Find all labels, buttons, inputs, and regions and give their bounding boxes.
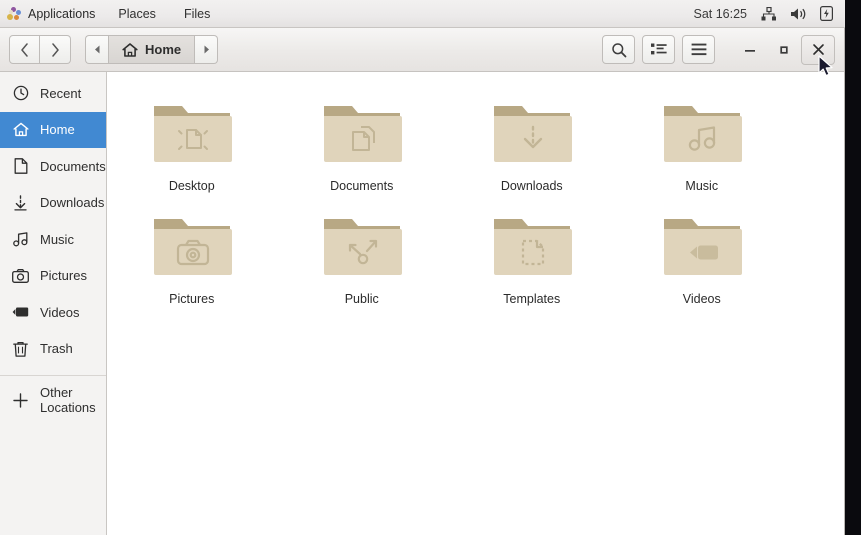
folder-label: Videos	[682, 292, 721, 306]
hamburger-menu-icon	[691, 43, 706, 56]
window-headerbar: Home	[0, 28, 844, 72]
folder-icon	[146, 94, 238, 172]
maximize-icon	[780, 45, 788, 54]
network-icon[interactable]	[761, 6, 777, 21]
sidebar-item-pictures[interactable]: Pictures	[0, 258, 106, 295]
search-button[interactable]	[602, 35, 635, 64]
file-grid-view[interactable]: Desktop Documents Downloads Music Pictur…	[106, 72, 844, 535]
folder-item-videos[interactable]: Videos	[617, 201, 787, 314]
list-view-icon	[650, 43, 667, 55]
topbar-clock[interactable]: Sat 16:25	[693, 7, 761, 21]
folder-item-documents[interactable]: Documents	[277, 88, 447, 201]
battery-icon[interactable]	[820, 6, 833, 21]
volume-icon[interactable]	[790, 7, 807, 21]
folder-item-downloads[interactable]: Downloads	[447, 88, 617, 201]
minimize-icon	[745, 49, 755, 52]
sidebar-item-recent[interactable]: Recent	[0, 75, 106, 112]
files-window: Home Recent Home Documents Downloads Mus…	[0, 28, 845, 535]
file-grid: Desktop Documents Downloads Music Pictur…	[107, 88, 844, 314]
topbar-menu-files[interactable]: Files	[170, 0, 224, 28]
sidebar-item-videos[interactable]: Videos	[0, 294, 106, 331]
breadcrumb-item-home[interactable]: Home	[108, 35, 196, 64]
gnome-top-panel: Applications Places Files Sat 16:25	[0, 0, 845, 28]
sidebar-item-label: Recent	[40, 85, 82, 101]
folder-item-desktop[interactable]: Desktop	[107, 88, 277, 201]
folder-label: Desktop	[168, 179, 215, 193]
sidebar-item-label: Pictures	[40, 268, 87, 284]
folder-icon	[316, 94, 408, 172]
chevron-left-icon	[21, 42, 28, 57]
folder-icon	[486, 207, 578, 285]
camera-icon	[12, 267, 29, 284]
main-menu-button[interactable]	[682, 35, 715, 64]
gnome-paw-icon	[7, 6, 22, 21]
folder-icon	[146, 207, 238, 285]
folder-item-pictures[interactable]: Pictures	[107, 201, 277, 314]
headerbar-actions	[595, 34, 835, 65]
folder-label: Downloads	[500, 179, 563, 193]
sidebar-item-label: Other Locations	[40, 385, 96, 416]
folder-label: Public	[344, 292, 379, 306]
sidebar-item-label: Music	[40, 231, 74, 247]
activities-button[interactable]: Applications	[0, 0, 104, 28]
folder-item-templates[interactable]: Templates	[447, 201, 617, 314]
maximize-button[interactable]	[767, 35, 801, 65]
folder-label: Music	[685, 179, 719, 193]
sidebar-item-label: Documents	[40, 158, 106, 174]
breadcrumb-scroll-left-button[interactable]	[85, 35, 108, 64]
mouse-cursor	[818, 55, 835, 83]
folder-item-public[interactable]: Public	[277, 201, 447, 314]
plus-icon	[12, 392, 29, 409]
sidebar-item-label: Downloads	[40, 195, 105, 211]
window-body: Recent Home Documents Downloads Music Pi…	[0, 72, 844, 535]
sidebar-item-home[interactable]: Home	[0, 111, 106, 148]
folder-item-music[interactable]: Music	[617, 88, 787, 201]
trash-icon	[12, 340, 29, 357]
forward-button[interactable]	[40, 35, 71, 64]
folder-label: Pictures	[169, 292, 215, 306]
folder-icon	[486, 94, 578, 172]
clock-icon	[12, 85, 29, 102]
sidebar-item-documents[interactable]: Documents	[0, 148, 106, 185]
folder-icon	[316, 207, 408, 285]
topbar-status-area[interactable]	[761, 6, 845, 21]
sidebar-item-music[interactable]: Music	[0, 221, 106, 258]
film-icon	[12, 304, 29, 321]
navigation-buttons	[9, 35, 71, 64]
sidebar-divider	[0, 375, 106, 376]
folder-icon	[656, 94, 748, 172]
home-icon	[12, 121, 29, 138]
topbar-menu-places[interactable]: Places	[104, 0, 170, 28]
places-sidebar: Recent Home Documents Downloads Music Pi…	[0, 72, 107, 535]
download-icon	[12, 194, 29, 211]
folder-icon	[656, 207, 748, 285]
sidebar-item-label: Trash	[40, 341, 73, 357]
sidebar-item-downloads[interactable]: Downloads	[0, 185, 106, 222]
view-toggle-button[interactable]	[642, 35, 675, 64]
topbar-menu-label-applications: Applications	[28, 6, 96, 21]
search-icon	[611, 42, 626, 57]
triangle-right-icon	[204, 45, 209, 54]
breadcrumb-scroll-right-button[interactable]	[195, 35, 219, 64]
folder-label: Templates	[503, 292, 561, 306]
document-icon	[12, 158, 29, 175]
sidebar-item-trash[interactable]: Trash	[0, 331, 106, 368]
triangle-left-icon	[94, 45, 99, 54]
sidebar-item-other-locations[interactable]: Other Locations	[0, 382, 106, 419]
sidebar-item-label: Home	[40, 122, 75, 138]
sidebar-item-label: Videos	[40, 304, 80, 320]
breadcrumb-label: Home	[145, 42, 182, 57]
folder-label: Documents	[330, 179, 394, 193]
breadcrumb: Home	[85, 35, 219, 64]
chevron-right-icon	[51, 42, 59, 57]
desktop-screen: Applications Places Files Sat 16:25 Home…	[0, 0, 861, 535]
minimize-button[interactable]	[733, 35, 767, 65]
back-button[interactable]	[9, 35, 40, 64]
home-icon	[122, 42, 138, 57]
music-note-icon	[12, 231, 29, 248]
